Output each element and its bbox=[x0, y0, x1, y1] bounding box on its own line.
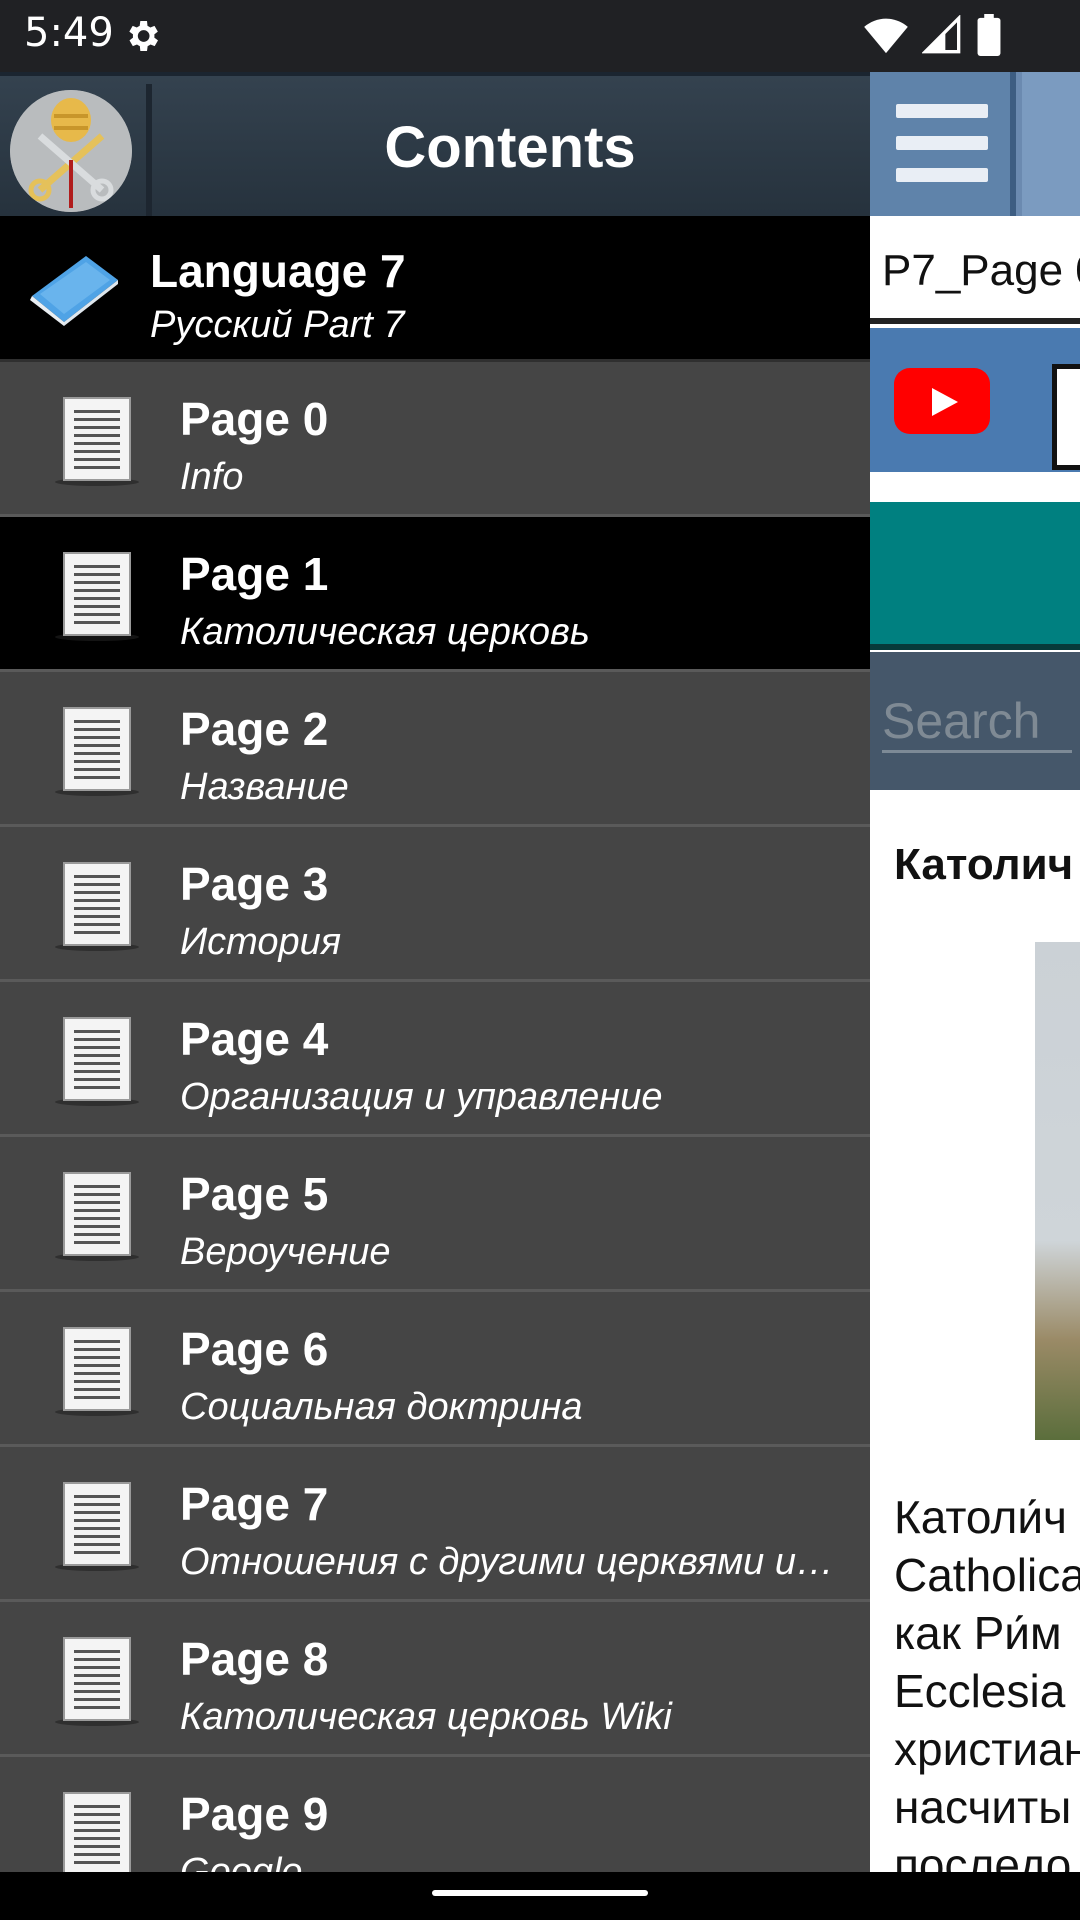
document-icon bbox=[54, 1171, 140, 1268]
toc-item-subtitle: Название bbox=[180, 766, 349, 808]
toc-item-subtitle: Социальная доктрина bbox=[180, 1386, 583, 1428]
battery-icon bbox=[976, 14, 1002, 61]
page-title-bar: P7_Page 0 bbox=[870, 216, 1080, 324]
toc-item-page-7[interactable]: Page 7 Отношения с другими церквями и… bbox=[0, 1447, 870, 1602]
page-title: P7_Page 0 bbox=[882, 246, 1080, 295]
drawer-header: Contents bbox=[0, 72, 870, 216]
document-icon bbox=[54, 1326, 140, 1423]
article-text: Католи́ч Catholica как Ри́м Ecclesia хри… bbox=[894, 1488, 1080, 1872]
vatican-emblem-icon bbox=[10, 90, 132, 212]
toc-item-page-0[interactable]: Page 0 Info bbox=[0, 362, 870, 517]
document-icon bbox=[54, 551, 140, 648]
language-title: Language 7 bbox=[150, 245, 406, 297]
toc-item-page-2[interactable]: Page 2 Название bbox=[0, 672, 870, 827]
toc-item-page-1[interactable]: Page 1 Католическая церковь bbox=[0, 517, 870, 672]
toc-item-page-9[interactable]: Page 9 Google bbox=[0, 1757, 870, 1872]
article-image bbox=[1035, 942, 1080, 1440]
gear-icon bbox=[122, 16, 162, 61]
article-line: как Ри́м bbox=[894, 1607, 1062, 1659]
status-icons bbox=[864, 14, 1002, 61]
toc-item-subtitle: Info bbox=[180, 456, 244, 498]
article-line: Catholica bbox=[894, 1549, 1080, 1601]
article-line: Ecclesia bbox=[894, 1665, 1066, 1717]
toc-list: Page 0 Info Page 1 Католическая церковь Page… bbox=[0, 362, 870, 1872]
toc-item-title: Page 8 bbox=[180, 1633, 329, 1685]
wifi-icon bbox=[864, 15, 908, 60]
toc-item-title: Page 6 bbox=[180, 1323, 329, 1375]
article-line: Католи́ч bbox=[894, 1491, 1067, 1543]
language-subtitle: Русский Part 7 bbox=[150, 304, 405, 346]
article-heading: Католич bbox=[894, 840, 1074, 889]
teal-bar bbox=[870, 502, 1080, 650]
toc-item-page-3[interactable]: Page 3 История bbox=[0, 827, 870, 982]
document-icon bbox=[54, 1791, 140, 1872]
toc-item-subtitle: История bbox=[180, 921, 342, 963]
toc-item-title: Page 1 bbox=[180, 548, 329, 600]
toc-item-title: Page 7 bbox=[180, 1478, 329, 1530]
toc-item-page-6[interactable]: Page 6 Социальная доктрина bbox=[0, 1292, 870, 1447]
system-nav-bar bbox=[0, 1872, 1080, 1920]
toc-item-subtitle: Католическая церковь bbox=[180, 611, 590, 653]
toc-item-title: Page 5 bbox=[180, 1168, 329, 1220]
article-line: насчиты bbox=[894, 1781, 1072, 1833]
article-line: христиан bbox=[894, 1723, 1080, 1775]
document-icon[interactable] bbox=[1052, 364, 1080, 470]
search-input[interactable] bbox=[882, 692, 1072, 753]
home-handle[interactable] bbox=[432, 1890, 648, 1896]
document-icon bbox=[54, 1481, 140, 1578]
navigation-drawer: Contents Language 7 Русский Part 7 Page … bbox=[0, 72, 870, 1872]
document-icon bbox=[54, 706, 140, 803]
toc-item-page-8[interactable]: Page 8 Католическая церковь Wiki bbox=[0, 1602, 870, 1757]
media-bar bbox=[870, 328, 1080, 472]
toc-item-title: Page 2 bbox=[180, 703, 329, 755]
toc-item-title: Page 9 bbox=[180, 1788, 329, 1840]
status-time: 5:49 bbox=[24, 10, 114, 56]
document-icon bbox=[54, 861, 140, 958]
drawer-title: Contents bbox=[384, 115, 636, 180]
youtube-icon[interactable] bbox=[894, 368, 990, 434]
language-item[interactable]: Language 7 Русский Part 7 bbox=[0, 216, 870, 362]
document-icon bbox=[54, 396, 140, 493]
menu-button[interactable] bbox=[870, 72, 1016, 216]
toc-item-title: Page 0 bbox=[180, 393, 329, 445]
content-toolbar bbox=[870, 72, 1080, 216]
toc-item-page-4[interactable]: Page 4 Организация и управление bbox=[0, 982, 870, 1137]
toolbar-button[interactable] bbox=[1022, 72, 1080, 216]
toc-item-subtitle: Отношения с другими церквями и… bbox=[180, 1541, 834, 1583]
toc-item-subtitle: Организация и управление bbox=[180, 1076, 663, 1118]
book-icon bbox=[26, 252, 122, 331]
toc-item-subtitle: Вероучение bbox=[180, 1231, 391, 1273]
toc-item-subtitle: Google bbox=[180, 1851, 303, 1872]
toc-item-title: Page 4 bbox=[180, 1013, 329, 1065]
content-area: P7_Page 0 Католич Католи́ч Catholica как… bbox=[870, 72, 1080, 1872]
signal-icon bbox=[921, 14, 962, 60]
document-icon bbox=[54, 1016, 140, 1113]
status-bar: 5:49 bbox=[0, 0, 1080, 72]
toc-item-subtitle: Католическая церковь Wiki bbox=[180, 1696, 672, 1738]
search-bar bbox=[870, 652, 1080, 790]
toc-item-title: Page 3 bbox=[180, 858, 329, 910]
document-icon bbox=[54, 1636, 140, 1733]
toc-item-page-5[interactable]: Page 5 Вероучение bbox=[0, 1137, 870, 1292]
article-line: последо bbox=[894, 1839, 1072, 1872]
